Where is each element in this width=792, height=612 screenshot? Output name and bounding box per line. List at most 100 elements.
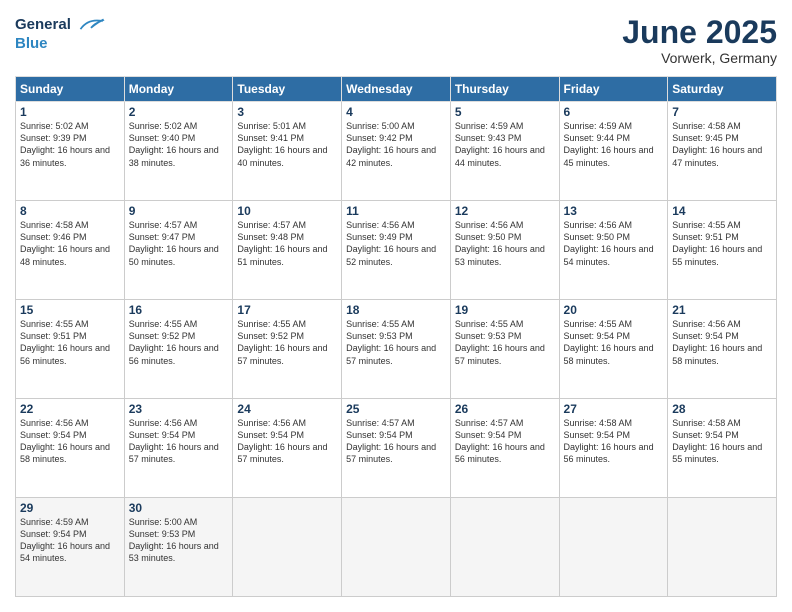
day-info: Sunrise: 4:58 AMSunset: 9:54 PMDaylight:… xyxy=(564,417,664,466)
col-header-wednesday: Wednesday xyxy=(342,77,451,102)
col-header-sunday: Sunday xyxy=(16,77,125,102)
location-subtitle: Vorwerk, Germany xyxy=(622,50,777,66)
calendar-header: SundayMondayTuesdayWednesdayThursdayFrid… xyxy=(16,77,777,102)
day-number: 13 xyxy=(564,204,664,218)
week-row-2: 8Sunrise: 4:58 AMSunset: 9:46 PMDaylight… xyxy=(16,201,777,300)
day-cell: 11Sunrise: 4:56 AMSunset: 9:49 PMDayligh… xyxy=(342,201,451,300)
day-info: Sunrise: 4:56 AMSunset: 9:49 PMDaylight:… xyxy=(346,219,446,268)
day-cell: 13Sunrise: 4:56 AMSunset: 9:50 PMDayligh… xyxy=(559,201,668,300)
day-info: Sunrise: 4:56 AMSunset: 9:54 PMDaylight:… xyxy=(20,417,120,466)
day-cell: 24Sunrise: 4:56 AMSunset: 9:54 PMDayligh… xyxy=(233,399,342,498)
day-number: 11 xyxy=(346,204,446,218)
day-cell: 19Sunrise: 4:55 AMSunset: 9:53 PMDayligh… xyxy=(450,300,559,399)
calendar-table: SundayMondayTuesdayWednesdayThursdayFrid… xyxy=(15,76,777,597)
day-number: 4 xyxy=(346,105,446,119)
day-number: 23 xyxy=(129,402,229,416)
day-cell: 15Sunrise: 4:55 AMSunset: 9:51 PMDayligh… xyxy=(16,300,125,399)
day-info: Sunrise: 4:56 AMSunset: 9:54 PMDaylight:… xyxy=(672,318,772,367)
day-cell xyxy=(233,498,342,597)
day-info: Sunrise: 4:55 AMSunset: 9:54 PMDaylight:… xyxy=(564,318,664,367)
week-row-4: 22Sunrise: 4:56 AMSunset: 9:54 PMDayligh… xyxy=(16,399,777,498)
day-number: 10 xyxy=(237,204,337,218)
day-info: Sunrise: 4:58 AMSunset: 9:45 PMDaylight:… xyxy=(672,120,772,169)
day-cell: 4Sunrise: 5:00 AMSunset: 9:42 PMDaylight… xyxy=(342,102,451,201)
header: General Blue June 2025 Vorwerk, Germany xyxy=(15,15,777,66)
day-info: Sunrise: 5:00 AMSunset: 9:42 PMDaylight:… xyxy=(346,120,446,169)
day-info: Sunrise: 4:58 AMSunset: 9:54 PMDaylight:… xyxy=(672,417,772,466)
day-number: 26 xyxy=(455,402,555,416)
day-number: 5 xyxy=(455,105,555,119)
day-info: Sunrise: 4:55 AMSunset: 9:53 PMDaylight:… xyxy=(346,318,446,367)
day-cell: 20Sunrise: 4:55 AMSunset: 9:54 PMDayligh… xyxy=(559,300,668,399)
col-header-saturday: Saturday xyxy=(668,77,777,102)
day-number: 29 xyxy=(20,501,120,515)
day-info: Sunrise: 5:02 AMSunset: 9:39 PMDaylight:… xyxy=(20,120,120,169)
day-cell: 16Sunrise: 4:55 AMSunset: 9:52 PMDayligh… xyxy=(124,300,233,399)
day-info: Sunrise: 4:55 AMSunset: 9:52 PMDaylight:… xyxy=(129,318,229,367)
day-header-row: SundayMondayTuesdayWednesdayThursdayFrid… xyxy=(16,77,777,102)
day-number: 2 xyxy=(129,105,229,119)
day-number: 1 xyxy=(20,105,120,119)
day-info: Sunrise: 4:56 AMSunset: 9:50 PMDaylight:… xyxy=(455,219,555,268)
day-number: 15 xyxy=(20,303,120,317)
day-number: 9 xyxy=(129,204,229,218)
col-header-monday: Monday xyxy=(124,77,233,102)
day-cell: 2Sunrise: 5:02 AMSunset: 9:40 PMDaylight… xyxy=(124,102,233,201)
week-row-5: 29Sunrise: 4:59 AMSunset: 9:54 PMDayligh… xyxy=(16,498,777,597)
day-number: 25 xyxy=(346,402,446,416)
day-number: 7 xyxy=(672,105,772,119)
day-cell: 12Sunrise: 4:56 AMSunset: 9:50 PMDayligh… xyxy=(450,201,559,300)
day-info: Sunrise: 4:57 AMSunset: 9:47 PMDaylight:… xyxy=(129,219,229,268)
day-info: Sunrise: 4:55 AMSunset: 9:51 PMDaylight:… xyxy=(672,219,772,268)
day-cell: 5Sunrise: 4:59 AMSunset: 9:43 PMDaylight… xyxy=(450,102,559,201)
day-number: 28 xyxy=(672,402,772,416)
day-info: Sunrise: 4:55 AMSunset: 9:53 PMDaylight:… xyxy=(455,318,555,367)
day-cell xyxy=(559,498,668,597)
day-number: 27 xyxy=(564,402,664,416)
day-info: Sunrise: 4:56 AMSunset: 9:54 PMDaylight:… xyxy=(237,417,337,466)
col-header-tuesday: Tuesday xyxy=(233,77,342,102)
logo-bird-icon xyxy=(77,15,105,35)
day-number: 12 xyxy=(455,204,555,218)
day-info: Sunrise: 4:57 AMSunset: 9:54 PMDaylight:… xyxy=(346,417,446,466)
day-info: Sunrise: 4:56 AMSunset: 9:54 PMDaylight:… xyxy=(129,417,229,466)
day-number: 14 xyxy=(672,204,772,218)
logo-blue: Blue xyxy=(15,35,105,52)
day-cell: 27Sunrise: 4:58 AMSunset: 9:54 PMDayligh… xyxy=(559,399,668,498)
day-number: 24 xyxy=(237,402,337,416)
day-cell xyxy=(342,498,451,597)
day-number: 21 xyxy=(672,303,772,317)
month-title: June 2025 xyxy=(622,15,777,50)
day-info: Sunrise: 4:59 AMSunset: 9:43 PMDaylight:… xyxy=(455,120,555,169)
day-info: Sunrise: 4:58 AMSunset: 9:46 PMDaylight:… xyxy=(20,219,120,268)
logo-text: General xyxy=(15,15,105,35)
calendar-body: 1Sunrise: 5:02 AMSunset: 9:39 PMDaylight… xyxy=(16,102,777,597)
day-cell: 18Sunrise: 4:55 AMSunset: 9:53 PMDayligh… xyxy=(342,300,451,399)
day-number: 30 xyxy=(129,501,229,515)
page: General Blue June 2025 Vorwerk, Germany … xyxy=(0,0,792,612)
day-info: Sunrise: 4:59 AMSunset: 9:44 PMDaylight:… xyxy=(564,120,664,169)
day-cell: 29Sunrise: 4:59 AMSunset: 9:54 PMDayligh… xyxy=(16,498,125,597)
day-number: 19 xyxy=(455,303,555,317)
col-header-friday: Friday xyxy=(559,77,668,102)
day-number: 18 xyxy=(346,303,446,317)
day-cell: 22Sunrise: 4:56 AMSunset: 9:54 PMDayligh… xyxy=(16,399,125,498)
day-cell: 21Sunrise: 4:56 AMSunset: 9:54 PMDayligh… xyxy=(668,300,777,399)
day-number: 20 xyxy=(564,303,664,317)
day-cell xyxy=(450,498,559,597)
day-cell: 9Sunrise: 4:57 AMSunset: 9:47 PMDaylight… xyxy=(124,201,233,300)
week-row-1: 1Sunrise: 5:02 AMSunset: 9:39 PMDaylight… xyxy=(16,102,777,201)
day-cell: 25Sunrise: 4:57 AMSunset: 9:54 PMDayligh… xyxy=(342,399,451,498)
day-info: Sunrise: 4:59 AMSunset: 9:54 PMDaylight:… xyxy=(20,516,120,565)
day-cell: 14Sunrise: 4:55 AMSunset: 9:51 PMDayligh… xyxy=(668,201,777,300)
day-info: Sunrise: 5:01 AMSunset: 9:41 PMDaylight:… xyxy=(237,120,337,169)
day-number: 3 xyxy=(237,105,337,119)
col-header-thursday: Thursday xyxy=(450,77,559,102)
day-cell: 8Sunrise: 4:58 AMSunset: 9:46 PMDaylight… xyxy=(16,201,125,300)
day-info: Sunrise: 5:00 AMSunset: 9:53 PMDaylight:… xyxy=(129,516,229,565)
day-number: 16 xyxy=(129,303,229,317)
day-cell: 23Sunrise: 4:56 AMSunset: 9:54 PMDayligh… xyxy=(124,399,233,498)
day-info: Sunrise: 4:55 AMSunset: 9:52 PMDaylight:… xyxy=(237,318,337,367)
day-cell: 10Sunrise: 4:57 AMSunset: 9:48 PMDayligh… xyxy=(233,201,342,300)
week-row-3: 15Sunrise: 4:55 AMSunset: 9:51 PMDayligh… xyxy=(16,300,777,399)
